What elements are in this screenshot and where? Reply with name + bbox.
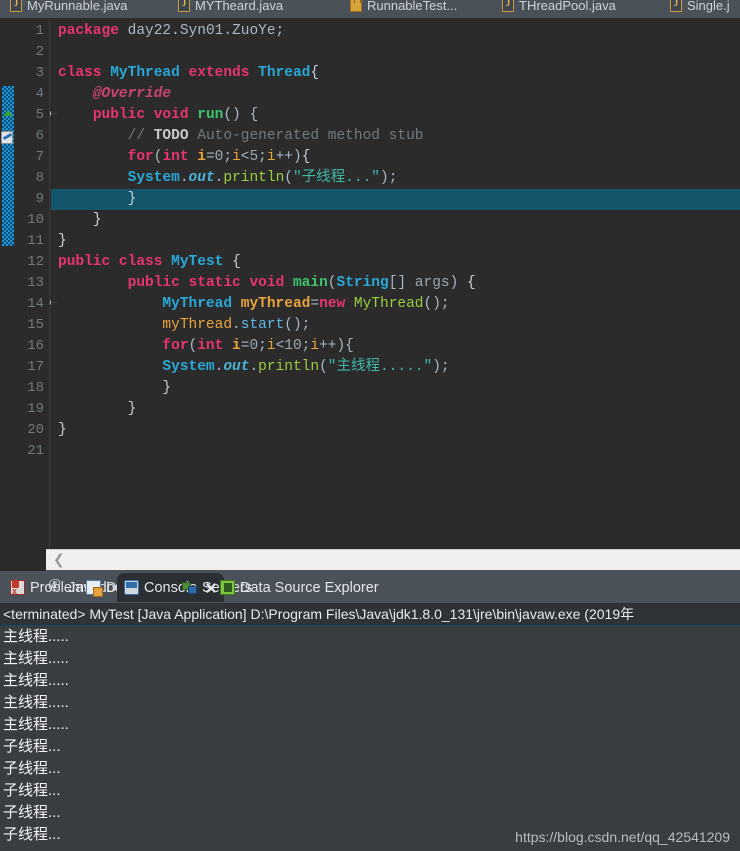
line-number: 4 [35, 86, 44, 102]
code-line-1[interactable]: package day22.Syn01.ZuoYe; [51, 21, 740, 42]
line-number: 5 [35, 107, 44, 123]
scrollbar-track[interactable]: ❮ [46, 549, 740, 570]
line-number: 15 [27, 317, 44, 333]
console-output-line: 子线程... [3, 804, 61, 821]
line-number: 2 [35, 44, 44, 60]
console-output-line: 主线程..... [3, 650, 69, 667]
console-output-line: 子线程... [3, 738, 61, 755]
java-file-icon [502, 0, 514, 12]
console-output-line: 主线程..... [3, 716, 69, 733]
code-line-18[interactable]: } [51, 378, 740, 399]
editor-tab-2[interactable]: RunnableTest... [340, 0, 492, 18]
editor-tab-bar: MyRunnable.java MYTheard.java RunnableTest… [0, 0, 740, 18]
console-output-line: 子线程... [3, 760, 61, 777]
line-number: 21 [27, 443, 44, 459]
code-line-13[interactable]: public static void main(String[] args) { [51, 273, 740, 294]
javadoc-icon [48, 577, 63, 595]
change-bar [0, 18, 16, 549]
code-line-12[interactable]: public class MyTest { [51, 252, 740, 273]
code-line-20[interactable]: } [51, 420, 740, 441]
overview-arrow-marker[interactable] [1, 106, 16, 120]
line-number: 16 [27, 338, 44, 354]
editor-horizontal-scrollbar[interactable]: ❮ [0, 549, 740, 571]
code-line-14[interactable]: MyThread myThread=new MyThread(); [51, 294, 740, 315]
line-number: 19 [27, 401, 44, 417]
code-line-3[interactable]: class MyThread extends Thread{ [51, 63, 740, 84]
console-output-line: 主线程..... [3, 672, 69, 689]
line-number: 18 [27, 380, 44, 396]
editor-tab-1[interactable]: MYTheard.java [168, 0, 340, 18]
editor-tab-4[interactable]: Single.j [660, 0, 740, 18]
java-file-icon [670, 0, 682, 12]
scrollbar-corner [0, 549, 46, 571]
code-line-8[interactable]: System.out.println("子线程..."); [51, 168, 740, 189]
editor-tab-label: RunnableTest... [367, 0, 458, 13]
code-line-7[interactable]: for(int i=0;i<5;i++){ [51, 147, 740, 168]
console-icon [124, 580, 139, 595]
line-number: 12 [27, 254, 44, 270]
bottom-view-tab-bar: ProblemsJavadocDeclarationConsoleServers… [0, 571, 740, 603]
chevron-left-icon[interactable]: ❮ [53, 553, 65, 567]
view-tab-data-source-explorer[interactable]: Data Source Explorer [213, 573, 386, 602]
console-output-line: 子线程... [3, 782, 61, 799]
line-number: 11 [27, 233, 44, 249]
code-line-4[interactable]: @Override [51, 84, 740, 105]
line-number: 3 [35, 65, 44, 81]
console-output-line: 主线程..... [3, 694, 69, 711]
line-number: 20 [27, 422, 44, 438]
line-number: 17 [27, 359, 44, 375]
data-source-explorer-icon [220, 580, 235, 595]
line-number: 10 [27, 212, 44, 228]
line-number: 6 [35, 128, 44, 144]
code-line-15[interactable]: myThread.start(); [51, 315, 740, 336]
console-output-line: 主线程..... [3, 628, 69, 645]
editor-tab-label: Single.j [687, 0, 730, 13]
code-editor[interactable]: 1 2 3 4 5 6 7 8 9 10 11 12 13 14 15 16 17 18 19 20 21 packag… [0, 18, 740, 549]
watermark-url: https://blog.csdn.net/qq_42541209 [515, 829, 730, 845]
code-line-17[interactable]: System.out.println("主线程....."); [51, 357, 740, 378]
code-line-16[interactable]: for(int i=0;i<10;i++){ [51, 336, 740, 357]
java-file-icon [10, 0, 22, 12]
code-line-9[interactable]: } [51, 189, 740, 210]
editor-tab-0[interactable]: MyRunnable.java [0, 0, 168, 18]
edit-marker-icon[interactable] [1, 131, 13, 144]
editor-tab-label: MYTheard.java [195, 0, 284, 13]
code-line-6[interactable]: // TODO Auto-generated method stub [51, 126, 740, 147]
line-number-gutter: 1 2 3 4 5 6 7 8 9 10 11 12 13 14 15 16 17 18 19 20 21 [16, 18, 50, 549]
line-number: 1 [35, 23, 44, 39]
view-tab-label: Data Source Explorer [240, 579, 379, 596]
code-line-21[interactable] [51, 441, 740, 462]
line-number: 13 [27, 275, 44, 291]
console-output[interactable]: 主线程..... 主线程..... 主线程..... 主线程..... 主线程.....… [0, 626, 740, 851]
line-number: 8 [35, 170, 44, 186]
line-number: 9 [35, 191, 44, 207]
editor-tab-3[interactable]: THreadPool.java [492, 0, 660, 18]
line-number: 14 [27, 296, 44, 312]
locked-file-icon [350, 0, 362, 12]
problems-icon [10, 580, 25, 596]
editor-tab-label: MyRunnable.java [27, 0, 128, 13]
code-line-11[interactable]: } [51, 231, 740, 252]
declaration-icon [86, 580, 103, 597]
change-bar-segment [2, 146, 14, 246]
line-number: 7 [35, 149, 44, 165]
servers-icon [182, 580, 197, 595]
code-content[interactable]: package day22.Syn01.ZuoYe; class MyThrea… [51, 18, 740, 549]
editor-tab-label: THreadPool.java [519, 0, 616, 13]
java-file-icon [178, 0, 190, 12]
console-status-line: <terminated> MyTest [Java Application] D… [0, 603, 740, 626]
code-line-2[interactable] [51, 42, 740, 63]
eclipse-ide-window: MyRunnable.java MYTheard.java RunnableTest… [0, 0, 740, 851]
code-line-19[interactable]: } [51, 399, 740, 420]
code-line-10[interactable]: } [51, 210, 740, 231]
code-line-5[interactable]: public void run() { [51, 105, 740, 126]
